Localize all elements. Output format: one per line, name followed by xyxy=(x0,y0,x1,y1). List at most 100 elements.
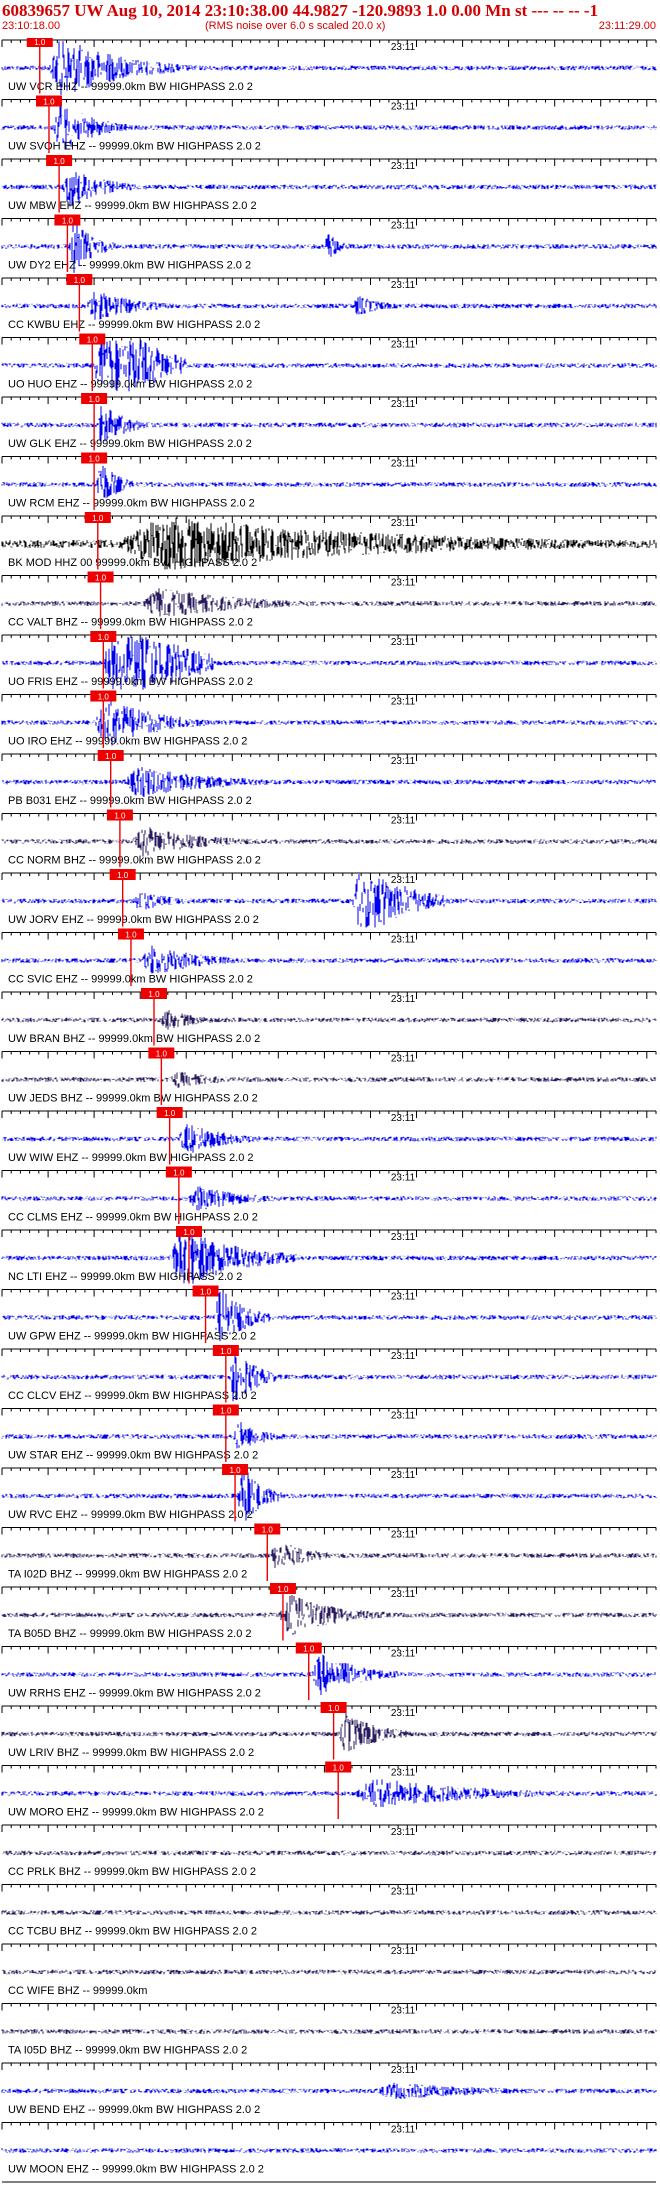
station-label: TA I02D BHZ -- 99999.0km BW HIGHPASS 2.0… xyxy=(8,1569,247,1581)
pick-label: 1.0 xyxy=(34,38,46,47)
pick-label: 1.0 xyxy=(262,1526,274,1535)
station-label: UW RRHS EHZ -- 99999.0km BW HIGHPASS 2.0… xyxy=(8,1688,261,1700)
station-label: PB B031 EHZ -- 99999.0km BW HIGHPASS 2.0… xyxy=(8,795,252,807)
waveform-trace xyxy=(1,1779,657,1807)
pick-label: 1.0 xyxy=(173,1169,185,1178)
minute-label: 23:11 xyxy=(391,697,416,708)
station-label: CC VALT BHZ -- 99999.0km BW HIGHPASS 2.0… xyxy=(8,617,253,629)
waveform-trace xyxy=(1,2029,657,2034)
station-label: CC TCBU BHZ -- 99999.0km BW HIGHPASS 2.0… xyxy=(8,1926,257,1938)
pick-label: 1.0 xyxy=(74,276,86,285)
minute-label: 23:11 xyxy=(391,1649,416,1660)
waveform-trace xyxy=(2,1850,657,1856)
minute-label: 23:11 xyxy=(391,1946,416,1957)
station-label: UW RVC EHZ -- 99999.0km BW HIGHPASS 2.0 … xyxy=(8,1509,253,1521)
pick-label: 1.0 xyxy=(98,693,110,702)
axis-ticks xyxy=(1,278,657,285)
pick-label: 1.0 xyxy=(148,990,160,999)
station-label: UW BEND EHZ -- 99999.0km BW HIGHPASS 2.0… xyxy=(8,2104,260,2116)
axis-ticks xyxy=(1,1646,657,1654)
header: 60839657 UW Aug 10, 2014 23:10:38.00 44.… xyxy=(0,0,660,38)
station-label: CC CLCV EHZ -- 99999.0km BW HIGHPASS 2.0… xyxy=(8,1390,257,1402)
minute-label: 23:11 xyxy=(391,1232,416,1243)
axis-ticks xyxy=(1,932,657,940)
pick-label: 1.0 xyxy=(156,1050,168,1059)
waveform-trace xyxy=(1,1071,657,1088)
minute-label: 23:11 xyxy=(391,994,416,1005)
pick-label: 1.0 xyxy=(183,1228,195,1237)
minute-label: 23:11 xyxy=(391,459,416,470)
minute-label: 23:11 xyxy=(391,1113,416,1124)
minute-label: 23:11 xyxy=(391,161,416,172)
end-time: 23:11:29.00 xyxy=(598,20,656,32)
waveform-trace xyxy=(1,945,657,974)
axis-ticks xyxy=(1,40,657,47)
waveform-trace xyxy=(1,1713,657,1752)
axis-ticks xyxy=(1,218,657,226)
axis-ticks xyxy=(1,813,657,821)
minute-label: 23:11 xyxy=(391,1054,416,1065)
axis-ticks xyxy=(1,159,657,166)
station-label: UW JEDS BHZ -- 99999.0km BW HIGHPASS 2.0… xyxy=(8,1093,258,1105)
axis-ticks xyxy=(1,1170,657,1178)
rms-note: (RMS noise over 6.0 s scaled 20.0 x) xyxy=(205,20,386,32)
axis-ticks xyxy=(1,1587,657,1594)
station-label: UW RCM EHZ -- 99999.0km BW HIGHPASS 2.0 … xyxy=(8,498,255,510)
pick-label: 1.0 xyxy=(200,1288,212,1297)
axis-ticks xyxy=(1,1349,657,1356)
minute-label: 23:11 xyxy=(391,1292,416,1303)
station-label: UW STAR EHZ -- 99999.0km BW HIGHPASS 2.0… xyxy=(8,1450,258,1462)
axis-ticks xyxy=(1,2063,657,2070)
minute-label: 23:11 xyxy=(391,2065,416,2076)
axis-ticks xyxy=(1,1527,657,1535)
waveform-trace xyxy=(1,2148,657,2153)
waveform-trace xyxy=(1,2082,657,2099)
pick-label: 1.0 xyxy=(98,633,110,642)
minute-label: 23:11 xyxy=(391,816,416,827)
pick-label: 1.0 xyxy=(229,1466,241,1475)
station-label: UO FRIS EHZ -- 99999.0km BW HIGHPASS 2.0… xyxy=(8,676,253,688)
minute-label: 23:11 xyxy=(391,1768,416,1779)
minute-label: 23:11 xyxy=(391,1887,416,1898)
minute-label: 23:11 xyxy=(391,1173,416,1184)
pick-label: 1.0 xyxy=(164,1109,176,1118)
axis-ticks xyxy=(1,1408,657,1416)
station-label: UW VCR EHZ -- 99999.0km BW HIGHPASS 2.0 … xyxy=(8,81,253,93)
waveform-trace xyxy=(1,292,657,320)
minute-label: 23:11 xyxy=(391,2006,416,2017)
minute-label: 23:11 xyxy=(391,1708,416,1719)
axis-ticks xyxy=(1,873,657,880)
waveform-trace xyxy=(1,1010,657,1030)
station-label: UW DY2 EHZ -- 99999.0km BW HIGHPASS 2.0 … xyxy=(8,260,251,272)
axis-ticks xyxy=(1,99,657,107)
axis-ticks xyxy=(1,1884,657,1892)
minute-label: 23:11 xyxy=(391,1470,416,1481)
minute-label: 23:11 xyxy=(391,875,416,886)
pick-label: 1.0 xyxy=(220,1407,232,1416)
pick-label: 1.0 xyxy=(220,1347,232,1356)
minute-label: 23:11 xyxy=(391,1351,416,1362)
station-label: TA I05D BHZ -- 99999.0km BW HIGHPASS 2.0… xyxy=(8,2045,247,2057)
pick-label: 1.0 xyxy=(92,514,104,523)
minute-label: 23:11 xyxy=(391,518,416,529)
station-label: UW BRAN BHZ -- 99999.0km BW HIGHPASS 2.0… xyxy=(8,1033,260,1045)
axis-ticks xyxy=(1,1111,657,1118)
minute-label: 23:11 xyxy=(391,756,416,767)
minute-label: 23:11 xyxy=(391,42,416,53)
axis-ticks xyxy=(1,992,657,999)
pick-label: 1.0 xyxy=(277,1585,289,1594)
axis-ticks xyxy=(1,2003,657,2011)
station-label: CC NORM BHZ -- 99999.0km BW HIGHPASS 2.0… xyxy=(8,855,261,867)
station-label: UW MORO EHZ -- 99999.0km BW HIGHPASS 2.0… xyxy=(8,1807,264,1819)
station-label: CC KWBU EHZ -- 99999.0km BW HIGHPASS 2.0… xyxy=(8,319,260,331)
minute-label: 23:11 xyxy=(391,280,416,291)
axis-ticks xyxy=(1,2122,657,2130)
waveform-trace xyxy=(1,827,657,857)
station-label: UO HUO EHZ -- 99999.0km BW HIGHPASS 2.0 … xyxy=(8,379,252,391)
waveform-trace xyxy=(1,1969,657,1975)
axis-ticks xyxy=(1,1051,657,1059)
waveform-trace xyxy=(1,1124,657,1153)
pick-label: 1.0 xyxy=(328,1704,340,1713)
station-label: CC WIFE BHZ -- 99999.0km xyxy=(8,1985,147,1997)
minute-label: 23:11 xyxy=(391,1530,416,1541)
